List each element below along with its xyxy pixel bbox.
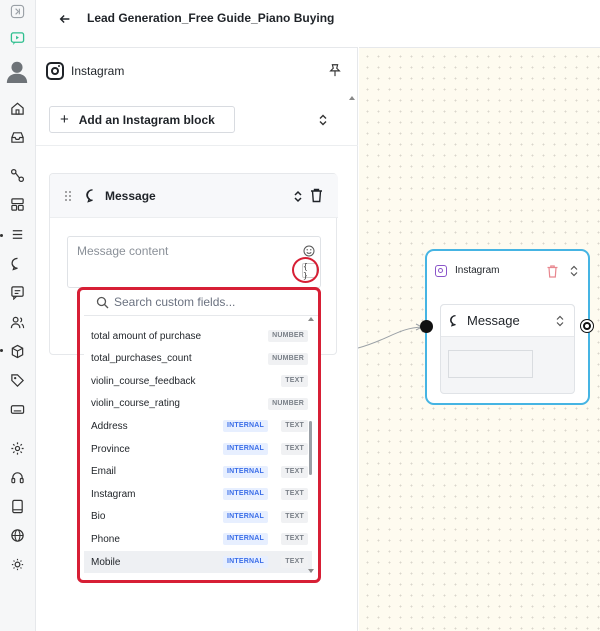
instagram-icon — [435, 265, 447, 277]
pin-icon[interactable] — [328, 63, 342, 77]
back-arrow-icon[interactable] — [56, 10, 74, 28]
node-block-reorder-icon[interactable] — [556, 315, 564, 327]
node-message-header: Message — [441, 305, 574, 337]
flows-icon[interactable] — [6, 164, 28, 186]
node-message-block[interactable]: Message — [440, 304, 575, 394]
collapse-icon[interactable] — [6, 0, 28, 22]
emoji-icon[interactable] — [303, 245, 315, 257]
divider — [36, 145, 358, 146]
message-content-input[interactable]: Message content { } — [67, 236, 321, 288]
block-reorder-icon[interactable] — [293, 190, 303, 203]
left-rail — [0, 0, 36, 631]
instagram-icon — [46, 62, 64, 80]
section-indicator — [0, 349, 3, 352]
add-instagram-block-button[interactable]: + Add an Instagram block — [49, 106, 235, 133]
book-icon[interactable] — [6, 495, 28, 517]
tags-icon[interactable] — [6, 369, 28, 391]
message-block-header: Message — [50, 174, 338, 218]
message-placeholder: Message content — [77, 244, 169, 258]
plus-icon: + — [60, 111, 69, 128]
inbox-icon[interactable] — [6, 126, 28, 148]
panel-title: Instagram — [71, 64, 125, 78]
add-block-label: Add an Instagram block — [78, 112, 215, 127]
broadcast-icon[interactable] — [6, 281, 28, 303]
settings-icon[interactable] — [6, 437, 28, 459]
avatar[interactable] — [4, 58, 30, 84]
chat-icon[interactable] — [6, 252, 28, 274]
keyboard-icon[interactable] — [6, 398, 28, 420]
node-delete-icon[interactable] — [547, 265, 558, 278]
active-indicator — [0, 234, 3, 237]
drag-handle-icon[interactable] — [65, 191, 71, 201]
reorder-chevrons-icon[interactable] — [318, 114, 328, 126]
contacts-icon[interactable] — [6, 311, 28, 333]
connection-edge — [358, 323, 424, 349]
node-message-label: Message — [467, 313, 520, 328]
list-icon[interactable] — [6, 223, 28, 245]
scroll-up-icon[interactable] — [349, 96, 355, 100]
highlight-box — [77, 287, 321, 583]
node-title: Instagram — [455, 265, 500, 276]
node-reorder-icon[interactable] — [570, 265, 578, 277]
home-icon[interactable] — [6, 97, 28, 119]
flow-builder-icon[interactable] — [6, 27, 28, 49]
message-bubble-icon — [450, 315, 456, 327]
support-icon[interactable] — [6, 466, 28, 488]
panel-header: Instagram — [36, 48, 358, 94]
templates-icon[interactable] — [6, 193, 28, 215]
integrations-icon[interactable] — [6, 340, 28, 362]
theme-icon[interactable] — [6, 553, 28, 575]
delete-trash-icon[interactable] — [310, 188, 323, 203]
highlight-ring — [292, 257, 319, 283]
message-bubble-icon — [86, 189, 93, 203]
page-title: Lead Generation_Free Guide_Piano Buying — [87, 11, 335, 25]
globe-icon[interactable] — [6, 524, 28, 546]
instagram-node[interactable]: Instagram Message — [425, 249, 590, 405]
top-bar: Lead Generation_Free Guide_Piano Buying — [36, 0, 600, 38]
input-port[interactable] — [420, 320, 433, 333]
message-block-label: Message — [105, 189, 156, 203]
node-message-preview — [448, 350, 533, 378]
output-port[interactable] — [581, 320, 593, 332]
node-header: Instagram — [427, 251, 588, 291]
